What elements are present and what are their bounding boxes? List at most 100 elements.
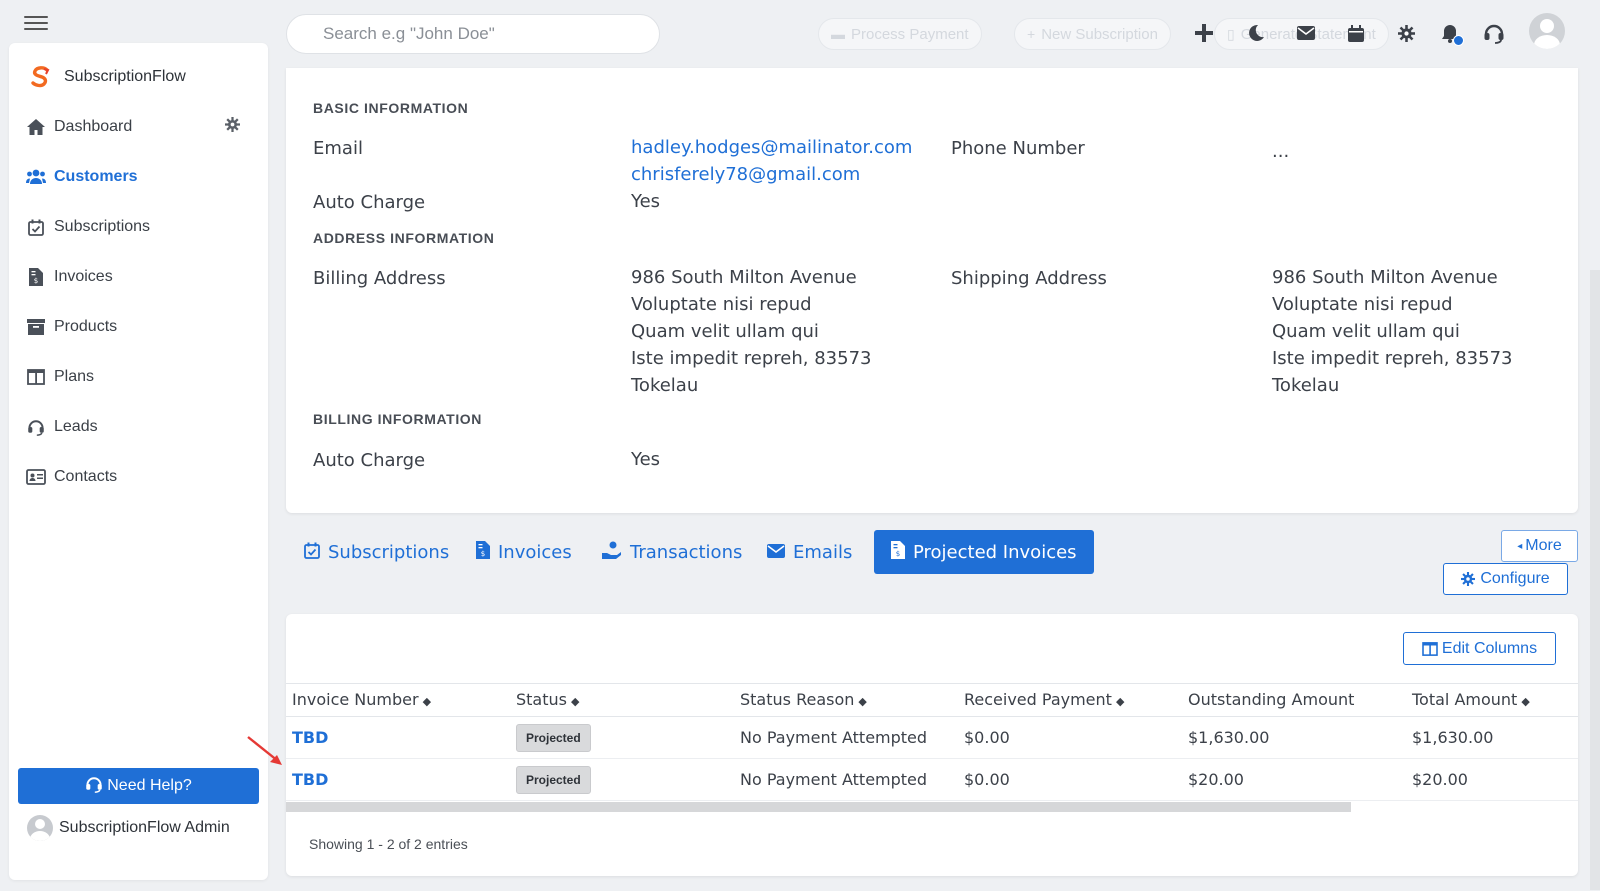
- moon-icon[interactable]: [1243, 20, 1269, 46]
- more-button[interactable]: ◂ More: [1501, 530, 1578, 562]
- customer-info-card: BASIC INFORMATION Email hadley.hodges@ma…: [286, 68, 1578, 513]
- status-reason-cell: No Payment Attempted: [740, 728, 928, 747]
- edit-columns-button[interactable]: Edit Columns: [1403, 632, 1556, 665]
- address-line: Tokelau: [1272, 375, 1340, 396]
- outstanding-amount-cell: $1,630.00: [1188, 728, 1270, 747]
- sort-icon: ◆: [1521, 695, 1530, 708]
- bell-icon[interactable]: [1437, 20, 1464, 46]
- mail-icon: [767, 543, 785, 562]
- admin-name: SubscriptionFlow Admin: [59, 819, 230, 836]
- column-header-total-amount[interactable]: Total Amount ◆: [1412, 690, 1530, 709]
- new-subscription-button[interactable]: + New Subscription: [1014, 18, 1171, 50]
- billing-auto-charge-label: Auto Charge: [313, 450, 426, 471]
- auto-charge-label: Auto Charge: [313, 192, 426, 213]
- user-avatar[interactable]: [1529, 13, 1565, 49]
- brand[interactable]: SubscriptionFlow: [28, 65, 186, 89]
- hand-coin-icon: [602, 541, 622, 563]
- gear-icon[interactable]: [1393, 20, 1419, 46]
- need-help-label: Need Help?: [107, 777, 192, 794]
- vertical-scrollbar[interactable]: [1590, 270, 1600, 890]
- columns-icon: [26, 367, 46, 387]
- tab-projected-invoices[interactable]: $ Projected Invoices: [874, 530, 1094, 574]
- users-icon: [26, 167, 46, 187]
- archive-icon: [26, 317, 46, 337]
- column-header-outstanding-amount[interactable]: Outstanding Amount: [1188, 690, 1354, 709]
- headset-icon[interactable]: [1481, 20, 1507, 46]
- projected-invoices-table-card: Edit Columns Invoice Number ◆ Status ◆ Sta…: [286, 614, 1578, 876]
- home-icon: [26, 117, 46, 137]
- sidebar-item-plans[interactable]: Plans: [9, 352, 268, 402]
- horizontal-scrollbar[interactable]: [286, 802, 1351, 812]
- address-line: Quam velit ullam qui: [1272, 321, 1460, 342]
- received-payment-cell: $0.00: [964, 770, 1010, 789]
- sidebar-item-label: Contacts: [54, 468, 118, 485]
- tab-invoices[interactable]: $ Invoices: [459, 530, 589, 574]
- address-line: Iste impedit repreh, 83573: [1272, 348, 1513, 369]
- invoice-number-link[interactable]: TBD: [292, 728, 328, 747]
- basic-information-heading: BASIC INFORMATION: [313, 100, 469, 116]
- pagination-info: Showing 1 - 2 of 2 entries: [309, 836, 468, 852]
- invoice-icon: $: [476, 541, 490, 563]
- column-header-invoice-number[interactable]: Invoice Number ◆: [292, 690, 431, 709]
- received-payment-cell: $0.00: [964, 728, 1010, 747]
- search-input[interactable]: Search e.g "John Doe": [286, 14, 660, 54]
- shipping-address-value: 986 South Milton Avenue Voluptate nisi r…: [1272, 264, 1512, 399]
- sidebar-item-invoices[interactable]: $ Invoices: [9, 252, 268, 302]
- tab-emails[interactable]: Emails: [750, 530, 869, 574]
- tab-label: Transactions: [630, 541, 743, 563]
- email-value-secondary[interactable]: chrisferely78@gmail.com: [631, 161, 860, 188]
- calendar-check-icon: [304, 542, 320, 563]
- mail-icon[interactable]: [1293, 20, 1319, 46]
- plus-icon: +: [1027, 26, 1036, 42]
- admin-profile[interactable]: SubscriptionFlow Admin: [27, 815, 230, 841]
- table-header: Invoice Number ◆ Status ◆ Status Reason ◆ R…: [286, 683, 1578, 717]
- sidebar-item-subscriptions[interactable]: Subscriptions: [9, 202, 268, 252]
- email-value-primary[interactable]: hadley.hodges@mailinator.com: [631, 134, 912, 161]
- tab-label: Subscriptions: [328, 541, 450, 563]
- process-payment-button[interactable]: ▬ Process Payment: [818, 18, 982, 50]
- calendar-icon[interactable]: [1343, 20, 1369, 46]
- status-badge: Projected: [516, 766, 591, 794]
- calendar-check-icon: [26, 217, 46, 237]
- invoice-number-link[interactable]: TBD: [292, 770, 328, 789]
- sidebar-item-dashboard[interactable]: Dashboard: [9, 102, 268, 152]
- sort-icon: ◆: [570, 695, 580, 708]
- need-help-button[interactable]: Need Help?: [18, 768, 259, 804]
- sidebar-item-leads[interactable]: Leads: [9, 402, 268, 452]
- phone-number-label: Phone Number: [951, 138, 1085, 159]
- address-line: 986 South Milton Avenue: [631, 267, 857, 288]
- gear-icon[interactable]: [225, 117, 240, 137]
- tab-transactions[interactable]: Transactions: [585, 530, 759, 574]
- tab-subscriptions[interactable]: Subscriptions: [287, 530, 466, 574]
- address-line: Voluptate nisi repud: [1272, 294, 1453, 315]
- sidebar: SubscriptionFlow Dashboard Customers Sub…: [9, 43, 268, 880]
- sidebar-item-customers[interactable]: Customers: [9, 152, 268, 202]
- column-header-status[interactable]: Status ◆: [516, 690, 579, 709]
- new-subscription-label: New Subscription: [1041, 25, 1158, 43]
- tab-label: Invoices: [498, 541, 572, 563]
- invoice-icon: $: [891, 541, 905, 563]
- column-header-received-payment[interactable]: Received Payment ◆: [964, 690, 1124, 709]
- address-line: 986 South Milton Avenue: [1272, 267, 1498, 288]
- sidebar-item-label: Leads: [54, 418, 98, 435]
- subscriptionflow-logo-icon: [28, 65, 52, 89]
- document-icon: ▯: [1227, 25, 1235, 42]
- more-label: More: [1525, 537, 1562, 554]
- sidebar-item-products[interactable]: Products: [9, 302, 268, 352]
- credit-card-icon: ▬: [831, 26, 845, 42]
- tab-label: Projected Invoices: [913, 541, 1077, 563]
- hamburger-menu-icon[interactable]: [24, 12, 48, 32]
- address-line: Tokelau: [631, 375, 699, 396]
- sidebar-item-label: Invoices: [54, 268, 113, 285]
- configure-button[interactable]: Configure: [1443, 563, 1568, 595]
- column-header-label: Status Reason: [740, 690, 855, 709]
- gear-icon: [1461, 572, 1476, 586]
- plus-icon[interactable]: [1191, 20, 1217, 46]
- columns-icon: [1422, 641, 1438, 656]
- sidebar-item-contacts[interactable]: Contacts: [9, 452, 268, 502]
- headset-icon: [26, 417, 46, 437]
- invoice-icon: $: [26, 267, 46, 287]
- column-header-status-reason[interactable]: Status Reason ◆: [740, 690, 867, 709]
- address-line: Quam velit ullam qui: [631, 321, 819, 342]
- billing-auto-charge-value: Yes: [631, 449, 661, 470]
